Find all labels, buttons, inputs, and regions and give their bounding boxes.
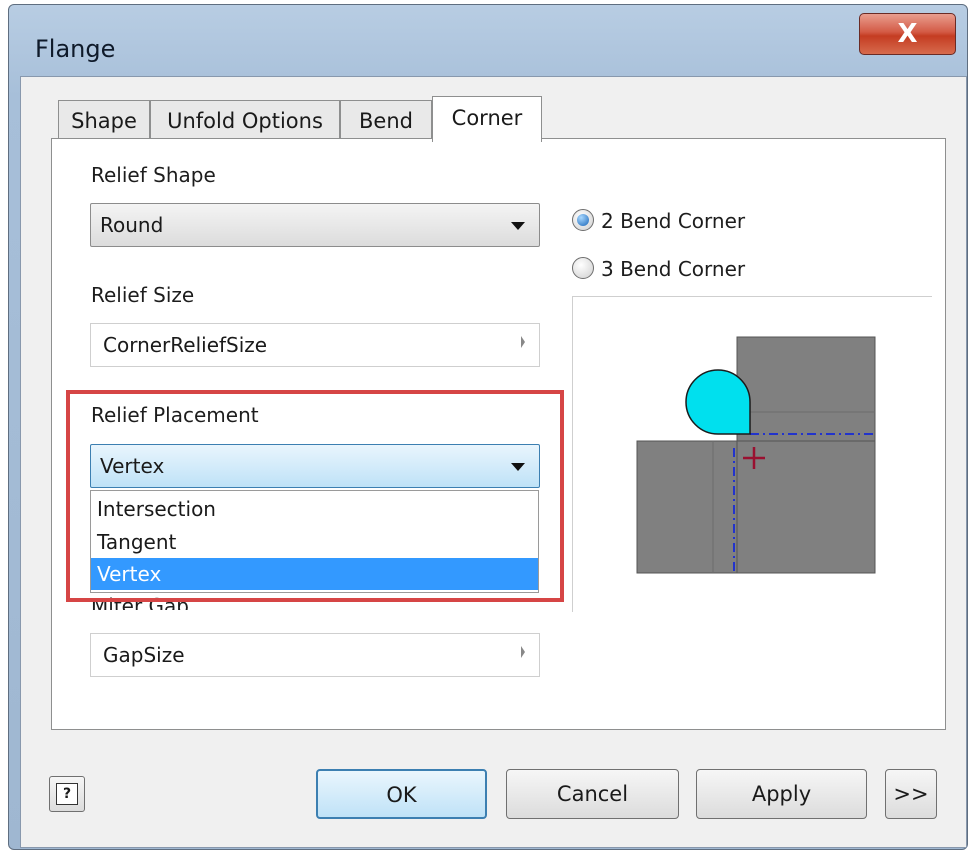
dialog-title: Flange xyxy=(35,35,116,63)
preview-divider-vertical xyxy=(572,296,573,612)
chevron-right-icon[interactable] xyxy=(521,646,525,658)
radio-2-bend-corner[interactable] xyxy=(572,209,594,231)
corner-preview xyxy=(636,336,876,574)
apply-button[interactable]: Apply xyxy=(696,769,867,819)
preview-horizontal-flange xyxy=(637,441,875,573)
tab-unfold-options[interactable]: Unfold Options xyxy=(150,100,340,138)
help-button[interactable]: ? xyxy=(49,776,85,812)
chevron-right-icon[interactable] xyxy=(521,336,525,348)
radio-3-bend-corner[interactable] xyxy=(572,257,594,279)
more-options-button[interactable]: >> xyxy=(885,769,937,819)
tab-bend[interactable]: Bend xyxy=(340,100,432,138)
ok-button[interactable]: OK xyxy=(316,769,487,819)
radio-2-bend-corner-label[interactable]: 2 Bend Corner xyxy=(601,209,745,233)
relief-shape-dropdown[interactable]: Round xyxy=(90,203,540,247)
tab-corner[interactable]: Corner xyxy=(432,96,542,142)
miter-gap-field[interactable]: GapSize xyxy=(90,633,540,677)
radio-selected-dot xyxy=(577,214,589,226)
relief-size-value: CornerReliefSize xyxy=(103,333,268,357)
help-icon: ? xyxy=(56,783,78,805)
cancel-button[interactable]: Cancel xyxy=(506,769,679,819)
tab-shape[interactable]: Shape xyxy=(58,100,150,138)
close-button[interactable]: X xyxy=(859,13,956,55)
relief-size-field[interactable]: CornerReliefSize xyxy=(90,323,540,367)
relief-shape-value: Round xyxy=(100,213,164,237)
radio-3-bend-corner-label[interactable]: 3 Bend Corner xyxy=(601,257,745,281)
miter-gap-value: GapSize xyxy=(103,643,185,667)
round-relief-shape xyxy=(685,369,751,435)
chevron-down-icon xyxy=(511,222,525,230)
relief-size-label: Relief Size xyxy=(91,283,195,307)
highlight-box xyxy=(66,390,564,602)
preview-divider xyxy=(572,296,932,297)
relief-shape-label: Relief Shape xyxy=(91,163,216,187)
